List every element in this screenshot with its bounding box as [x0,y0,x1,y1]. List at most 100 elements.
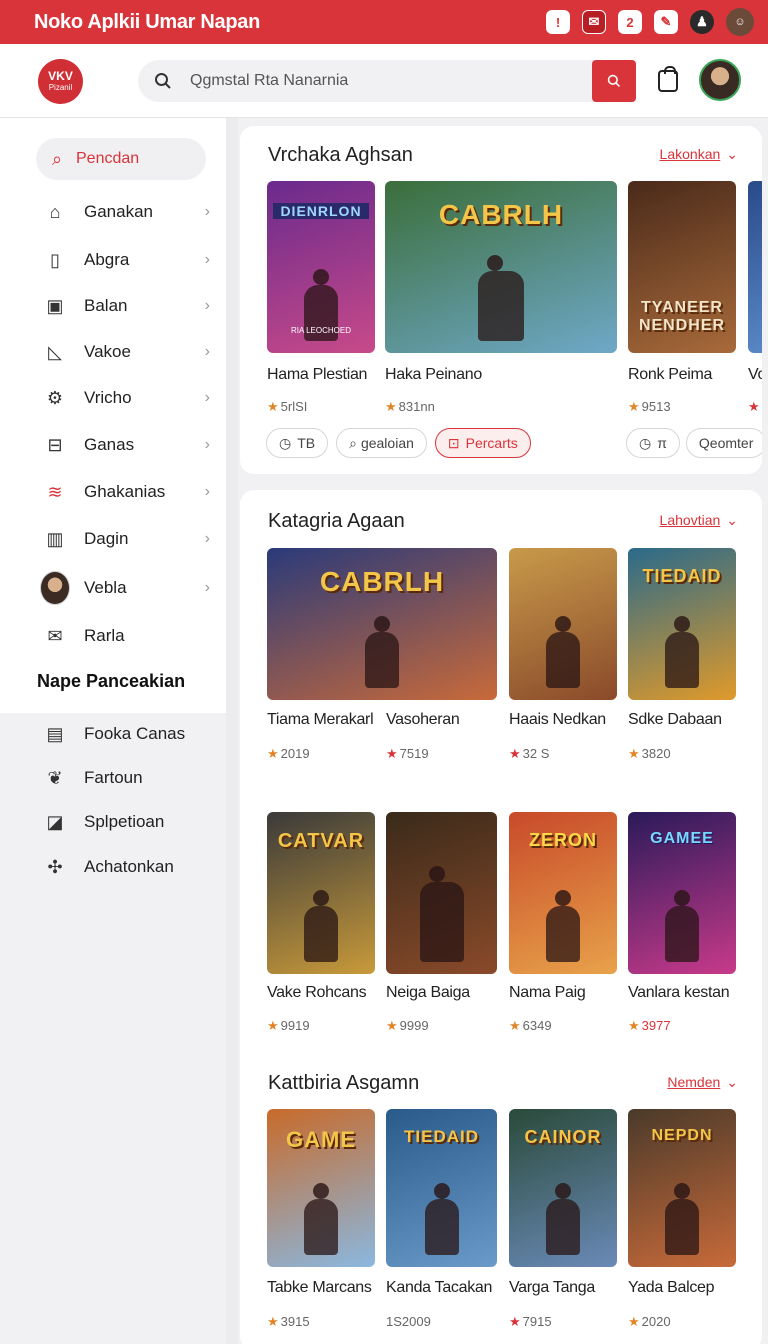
chat-icon: ◪ [46,811,64,832]
sidebar-item-achatonkan[interactable]: ✣ Achatonkan [40,852,214,882]
game-thumbnail[interactable]: CAINOR [509,1109,617,1267]
game-name: Nama Paig [509,984,586,1001]
star-icon: ★ [628,1314,640,1329]
filter-chip[interactable]: ◷ TB [266,428,329,458]
message-icon[interactable]: ✉ [582,10,606,34]
sidebar-item-fartoun[interactable]: ❦ Fartoun [40,763,214,793]
search-bar [138,60,636,102]
game-thumbnail[interactable]: CATVAR [267,812,375,974]
chevron-right-icon: › [204,530,210,547]
game-thumbnail[interactable] [748,181,762,353]
chevron-right-icon: › [204,343,210,360]
game-name: Sdke Dabaan [628,711,722,728]
logo-text: VKV [48,68,73,83]
filter-chip[interactable]: Qeomter [685,428,762,458]
chevron-right-icon: › [204,483,210,500]
chevron-right-icon: › [204,389,210,406]
sidebar-item-label: Ganas [84,435,135,454]
sidebar-item-active[interactable]: ⌕ Pencdan [36,138,206,180]
game-name: Neiga Baiga [386,984,470,1001]
sidebar-item-label: Fooka Canas [84,724,186,743]
game-thumbnail[interactable]: CABRLH [267,548,497,700]
sidebar-item-label: Achatonkan [84,857,174,876]
sidebar-item-vricho[interactable]: ⚙ Vricho › [40,383,214,413]
note-icon[interactable]: ✎ [654,10,678,34]
game-name: Yada Balcep [628,1279,715,1296]
star-icon: ★ [628,746,640,761]
app-title: Noko Aplkii Umar Napan [34,10,261,33]
game-rating: ★ 3820 [628,746,671,761]
sidebar-item-splpetioan[interactable]: ◪ Splpetioan [40,807,214,837]
game-thumbnail[interactable]: TIEDAID [386,1109,497,1267]
counter-icon[interactable]: 2 [618,10,642,34]
sidebar-item-dagin[interactable]: ▥ Dagin › [40,524,214,554]
game-thumbnail[interactable]: TYANEER NENDHER [628,181,736,353]
game-thumbnail[interactable] [509,548,617,700]
sidebar-item-label: Ghakanias [84,482,166,501]
sidebar-item-vakoe[interactable]: ◺ Vakoe › [40,337,214,367]
section-see-more-link[interactable]: Nemden [667,1074,738,1091]
filter-chip[interactable]: ⌕ gealoian [336,428,427,458]
game-rating: ★ 9919 [267,1018,310,1033]
sidebar-item-fooka-canas[interactable]: ▤ Fooka Canas [40,719,214,749]
game-thumbnail[interactable]: CABRLH [385,181,617,353]
section-see-more-link[interactable]: Lakonkan [660,146,738,163]
game-name: Tiama Merakarl [267,711,374,728]
sidebar-item-ganas[interactable]: ⊟ Ganas › [40,430,214,460]
search-button[interactable] [592,60,636,102]
alert-icon[interactable]: ! [546,10,570,34]
game-thumbnail[interactable]: NEPDN [628,1109,736,1267]
header: VKV Pizanil [0,44,768,118]
game-name: Haka Peinano [385,366,482,383]
game-name: Vo [748,366,762,383]
section-title: Vrchaka Aghsan [268,144,413,166]
game-rating: ★ 32 S [509,746,550,761]
filter-chips: ◷ TB ⌕ gealoian ⊡ Percarts [266,428,531,458]
notification-icon[interactable]: ♟ [690,10,714,34]
chart-icon: ▥ [46,528,64,549]
cart-icon[interactable] [658,66,678,92]
section-card-categories: Katagria Agaan Lahovtian CABRLH Tiama Me… [240,490,762,1344]
game-name: Haais Nedkan [509,711,606,728]
sidebar-scrollbar[interactable] [226,118,238,1344]
network-icon: ✣ [47,856,63,877]
game-rating: ★ 3915 [267,1314,310,1329]
avatar[interactable]: ☺ [726,8,754,36]
sidebar-item-rarla[interactable]: ✉ Rarla [40,621,214,651]
section-card-featured: Vrchaka Aghsan Lakonkan DIENRLON RIA LEO… [240,126,762,474]
sidebar-item-ghakanias[interactable]: ≋ Ghakanias › [40,477,214,507]
app-logo[interactable]: VKV Pizanil [38,59,83,104]
game-thumbnail[interactable]: GAME [267,1109,375,1267]
sidebar-item-label: Fartoun [84,768,143,787]
game-name: Ronk Peima [628,366,713,383]
game-rating: ★ 2019 [267,746,310,761]
filter-chip-active[interactable]: ⊡ Percarts [434,428,531,458]
leaf-icon: ❦ [47,767,63,788]
sidebar-item-balan[interactable]: ▣ Balan › [40,291,214,321]
sidebar: ⌕ Pencdan ⌂ Ganakan › ▯ Abgra › ▣ Balan … [0,118,226,1344]
filter-chip[interactable]: ◷ π [626,428,680,458]
game-name: Vasoheran [386,711,460,728]
game-thumbnail[interactable]: DIENRLON RIA LEOCHOED [267,181,375,353]
game-thumbnail[interactable]: ZERON [509,812,617,974]
document-icon: ▤ [46,723,64,744]
star-icon: ★ [267,1018,279,1033]
gear-icon: ⚙ [46,387,64,408]
bag-icon: ⊡ [447,434,460,451]
clock-icon: ◷ [639,434,652,451]
game-thumbnail[interactable]: GAMEE [628,812,736,974]
game-thumbnail[interactable] [386,812,497,974]
sidebar-item-ganakan[interactable]: ⌂ Ganakan › [40,197,214,227]
game-banner: CABRLH [319,566,445,597]
game-banner: GAME [286,1127,356,1152]
game-thumbnail[interactable]: TIEDAID [628,548,736,700]
search-input[interactable] [190,72,580,90]
sidebar-item-vebla[interactable]: Vebla › [40,571,214,605]
sidebar-item-abgra[interactable]: ▯ Abgra › [40,245,214,275]
game-rating: ★ 831nn [385,399,435,414]
user-avatar[interactable] [699,59,741,101]
game-name: Vake Rohcans [267,984,367,1001]
star-icon: ★ [509,1314,521,1329]
section-see-more-link[interactable]: Lahovtian [660,512,738,529]
star-icon: ★ [748,399,760,414]
